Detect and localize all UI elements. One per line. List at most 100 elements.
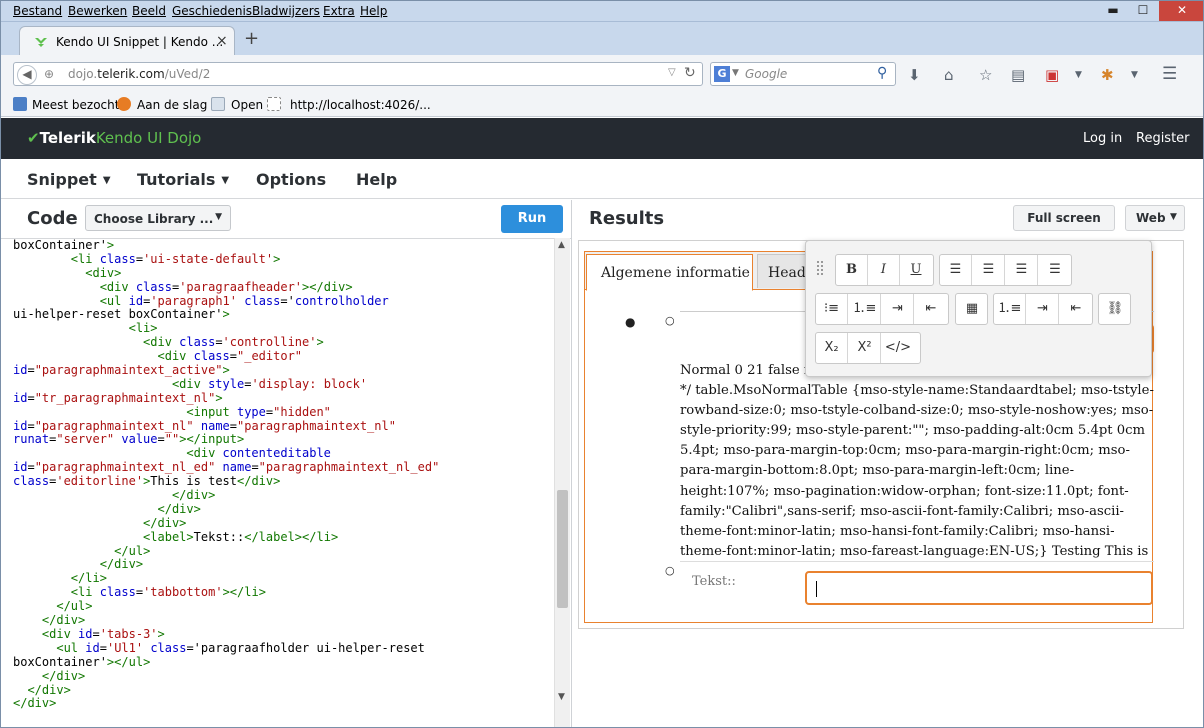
- navigation-toolbar: ◀ ⊕ dojo.telerik.com/uVed/2 ▽ ↻ G ▼ Goog…: [1, 55, 1203, 93]
- reload-icon[interactable]: ↻: [684, 65, 696, 81]
- bookmark-open[interactable]: Open: [231, 98, 263, 112]
- underline-button[interactable]: U: [900, 255, 932, 285]
- italic-button[interactable]: I: [868, 255, 900, 285]
- outdent-icon[interactable]: ⇤: [915, 294, 947, 324]
- bulleted-list-icon[interactable]: ⁝≡: [816, 294, 848, 324]
- code-line: <input type="hidden": [186, 404, 331, 419]
- back-arrow-icon[interactable]: ◀: [17, 65, 37, 85]
- align-center-icon[interactable]: ☰: [973, 255, 1005, 285]
- scrollbar-thumb[interactable]: [557, 490, 568, 608]
- hamburger-menu-icon[interactable]: ☰: [1162, 64, 1177, 84]
- url-dropdown-icon[interactable]: ▽: [668, 67, 676, 78]
- home-icon[interactable]: ⌂: [944, 66, 954, 84]
- rich-text-editor[interactable]: Normal 0 21 false false false NL X-NONE …: [680, 361, 1154, 561]
- bookmarks-toolbar: Meest bezocht Aan de slag Open http://lo…: [1, 93, 1203, 117]
- code-line: <div class='controlline'>: [143, 335, 324, 350]
- code-scrollbar[interactable]: ▲ ▼: [554, 238, 570, 727]
- bookmark-aan-de-slag[interactable]: Aan de slag: [137, 98, 207, 112]
- scroll-down-icon[interactable]: ▼: [558, 692, 565, 702]
- code-line: <div id='tabs-3'>: [41, 626, 165, 641]
- code-editor[interactable]: boxContainer'> <li class='ui-state-defau…: [1, 238, 571, 727]
- indent-2-icon[interactable]: ⇥: [1027, 294, 1059, 324]
- menu-bestand[interactable]: Bestand: [13, 4, 62, 18]
- bookmark-meest-bezocht[interactable]: Meest bezocht: [32, 98, 119, 112]
- firebug-addon-icon[interactable]: ✱: [1101, 66, 1114, 84]
- menu-beeld[interactable]: Beeld: [132, 4, 166, 18]
- new-tab-button[interactable]: +: [244, 28, 259, 49]
- tekst-input[interactable]: [805, 571, 1153, 605]
- search-bar[interactable]: G ▼ Google ⚲: [710, 62, 896, 86]
- bold-button[interactable]: B: [836, 255, 868, 285]
- address-bar[interactable]: ◀ ⊕ dojo.telerik.com/uVed/2 ▽ ↻: [13, 62, 703, 86]
- engine-caret-icon[interactable]: ▼: [732, 68, 739, 78]
- insert-table-icon[interactable]: ▦: [956, 294, 988, 324]
- web-dropdown[interactable]: Web ▼: [1125, 205, 1185, 231]
- code-line: </div>: [41, 613, 86, 628]
- close-window-button[interactable]: ✕: [1159, 1, 1203, 21]
- browser-tab-active[interactable]: Kendo UI Snippet | Kendo ... ×: [19, 26, 235, 56]
- pdf-addon-caret-icon[interactable]: ▼: [1075, 70, 1082, 80]
- menu-snippet[interactable]: Snippet ▼: [27, 170, 111, 189]
- menu-options[interactable]: Options: [256, 170, 326, 189]
- search-icon[interactable]: ⚲: [877, 65, 887, 81]
- close-tab-icon[interactable]: ×: [216, 33, 228, 49]
- superscript-icon[interactable]: X²: [849, 333, 881, 363]
- pdf-addon-icon[interactable]: ▣: [1045, 66, 1059, 84]
- menu-help-dojo[interactable]: Help: [356, 170, 397, 189]
- bookmark-star-icon[interactable]: ☆: [979, 66, 992, 84]
- code-line: </div>: [13, 696, 57, 711]
- align-right-icon[interactable]: ☰: [1006, 255, 1038, 285]
- code-line: <div class='paragraafheader'></div>: [99, 279, 353, 294]
- menu-bewerken[interactable]: Bewerken: [68, 4, 127, 18]
- subscript-icon[interactable]: X₂: [816, 333, 848, 363]
- most-visited-icon: [13, 97, 27, 111]
- code-line: runat="server" value=""></input>: [13, 432, 245, 447]
- choose-library-dropdown[interactable]: Choose Library ... ▼: [85, 205, 231, 231]
- list-bullet-disc: ●: [625, 315, 636, 329]
- code-line: </div>: [171, 488, 216, 503]
- code-line: </div>: [157, 501, 201, 516]
- menu-extra[interactable]: Extra: [323, 4, 355, 18]
- drag-handle-icon[interactable]: [817, 261, 823, 275]
- menu-tutorials[interactable]: Tutorials ▼: [137, 170, 229, 189]
- run-button[interactable]: Run: [501, 205, 563, 233]
- code-line: </div>: [99, 557, 144, 572]
- text-caret: [816, 581, 817, 597]
- url-text[interactable]: dojo.telerik.com/uVed/2: [68, 67, 210, 81]
- google-icon[interactable]: G: [714, 66, 730, 82]
- numbered-list-icon[interactable]: ⒈≡: [849, 294, 881, 324]
- kendo-logo[interactable]: ✔TelerikKendo UI Dojo: [27, 129, 201, 147]
- panel-splitter[interactable]: [571, 200, 572, 727]
- view-html-icon[interactable]: </>: [882, 333, 914, 363]
- menu-geschiedenis[interactable]: Geschiedenis: [172, 4, 252, 18]
- full-screen-button[interactable]: Full screen: [1013, 205, 1115, 231]
- menu-bar: Bestand Bewerken Beeld Geschiedenis Blad…: [1, 1, 1203, 22]
- tab-algemene-informatie[interactable]: Algemene informatie: [586, 254, 753, 291]
- code-line: </li>: [70, 571, 107, 586]
- register-link[interactable]: Register: [1136, 131, 1190, 146]
- download-icon[interactable]: ⬇: [908, 66, 921, 84]
- browser-window: Bestand Bewerken Beeld Geschiedenis Blad…: [0, 0, 1204, 728]
- reading-list-icon[interactable]: ▤: [1011, 66, 1025, 84]
- code-line: boxContainer'>: [13, 238, 115, 252]
- create-link-icon[interactable]: ⛓: [1099, 294, 1131, 324]
- bookmark-localhost[interactable]: http://localhost:4026/...: [290, 98, 431, 112]
- login-link[interactable]: Log in: [1083, 131, 1122, 146]
- code-line: id="paragraphmaintext_nl_ed" name="parag…: [13, 460, 440, 475]
- code-line: <div style='display: block': [171, 376, 368, 391]
- numbered-list-2-icon[interactable]: ⒈≡: [994, 294, 1026, 324]
- align-left-icon[interactable]: ☰: [940, 255, 972, 285]
- menu-bladwijzers[interactable]: Bladwijzers: [252, 4, 320, 18]
- maximize-button[interactable]: ☐: [1125, 1, 1161, 21]
- kendo-favicon-icon: [35, 38, 47, 47]
- code-title: Code: [27, 208, 78, 229]
- code-line: <label>Tekst::</label></li>: [143, 529, 339, 544]
- scroll-up-icon[interactable]: ▲: [558, 240, 565, 250]
- align-justify-icon[interactable]: ☰: [1039, 255, 1071, 285]
- chevron-down-icon: ▼: [215, 212, 222, 222]
- code-line: </ul>: [114, 543, 151, 558]
- indent-icon[interactable]: ⇥: [882, 294, 914, 324]
- outdent-2-icon[interactable]: ⇤: [1060, 294, 1092, 324]
- menu-help[interactable]: Help: [360, 4, 387, 18]
- addon-caret-icon[interactable]: ▼: [1131, 70, 1138, 80]
